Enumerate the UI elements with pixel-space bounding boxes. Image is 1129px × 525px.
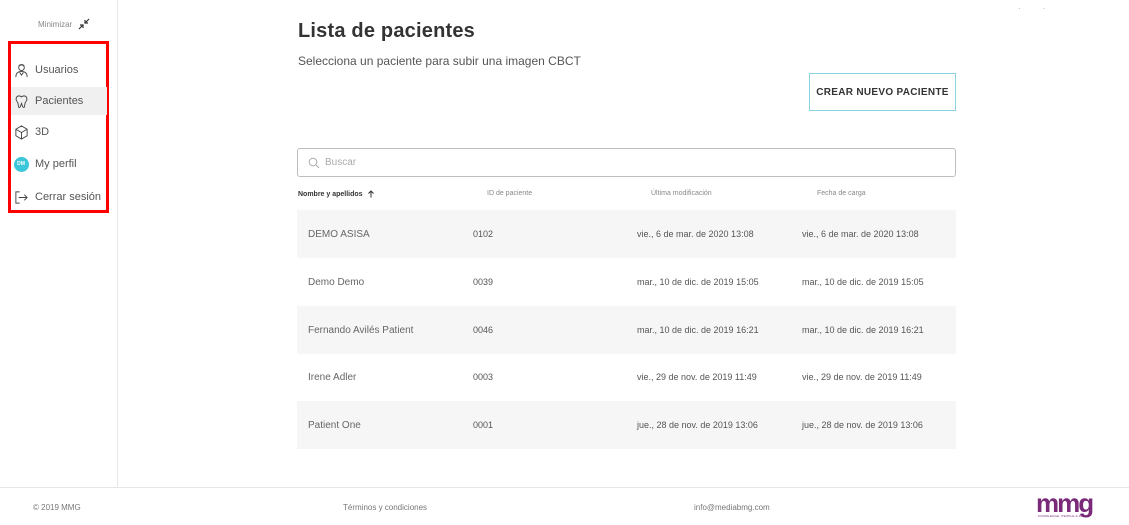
patient-modified: vie., 29 de nov. de 2019 11:49	[637, 372, 757, 382]
create-patient-button[interactable]: CREAR NUEVO PACIENTE	[809, 73, 956, 111]
page-subtitle: Selecciona un paciente para subir una im…	[298, 54, 581, 68]
table-row[interactable]: Patient One 0001 jue., 28 de nov. de 201…	[297, 401, 956, 449]
cube-icon	[13, 124, 29, 140]
footer-email-link[interactable]: info@mediabmg.com	[694, 503, 770, 512]
patient-loaded: mar., 10 de dic. de 2019 16:21	[802, 325, 924, 335]
patient-name: Irene Adler	[308, 371, 357, 383]
patient-modified: mar., 10 de dic. de 2019 15:05	[637, 277, 759, 287]
sidebar-item-perfil[interactable]: DM My perfil	[13, 150, 109, 178]
sidebar-item-label: 3D	[35, 126, 50, 138]
table-row[interactable]: DEMO ASISA 0102 vie., 6 de mar. de 2020 …	[297, 210, 956, 258]
column-header-id[interactable]: ID de paciente	[487, 190, 532, 197]
logout-icon	[13, 189, 29, 205]
page-title: Lista de pacientes	[298, 20, 475, 42]
sort-asc-icon	[367, 190, 374, 198]
minimize-icon	[78, 18, 90, 30]
sidebar: Minimizar Usuarios Pacientes 3D DM My pe…	[0, 0, 118, 488]
search-box[interactable]	[297, 148, 956, 177]
sidebar-item-label: Cerrar sesión	[35, 191, 102, 203]
minimize-button[interactable]: Minimizar	[38, 18, 90, 30]
patient-name: Patient One	[308, 419, 361, 431]
table-row[interactable]: Fernando Avilés Patient 0046 mar., 10 de…	[297, 306, 956, 354]
column-header-name[interactable]: Nombre y apellidos	[298, 190, 375, 198]
patient-loaded: mar., 10 de dic. de 2019 15:05	[802, 277, 924, 287]
sidebar-item-usuarios[interactable]: Usuarios	[13, 56, 109, 84]
sidebar-item-label: Pacientes	[35, 95, 84, 107]
sidebar-item-label: Usuarios	[35, 64, 79, 76]
avatar: DM	[13, 156, 29, 172]
window-dots: · ·	[1018, 4, 1056, 13]
column-header-modified[interactable]: Última modificación	[651, 190, 712, 197]
patient-loaded: jue., 28 de nov. de 2019 13:06	[802, 420, 923, 430]
patient-name: Demo Demo	[308, 276, 365, 288]
patient-name: Fernando Avilés Patient	[308, 324, 414, 336]
column-header-loaded[interactable]: Fecha de carga	[817, 190, 866, 197]
sidebar-item-logout[interactable]: Cerrar sesión	[13, 183, 109, 211]
search-icon	[308, 157, 320, 168]
table-row[interactable]: Irene Adler 0003 vie., 29 de nov. de 201…	[297, 353, 956, 401]
search-input[interactable]	[325, 157, 925, 168]
mmg-logo: mmg KNOWLEDGE, PEOPLE & AI	[1036, 488, 1094, 518]
sidebar-item-pacientes[interactable]: Pacientes	[11, 87, 107, 115]
footer-copyright: © 2019 MMG	[33, 503, 81, 512]
patient-loaded: vie., 29 de nov. de 2019 11:49	[802, 372, 922, 382]
patient-id: 0102	[473, 229, 494, 239]
tooth-icon	[13, 93, 29, 109]
patient-id: 0046	[473, 325, 494, 335]
doctor-icon	[13, 62, 29, 78]
table-row[interactable]: Demo Demo 0039 mar., 10 de dic. de 2019 …	[297, 258, 956, 306]
footer-divider	[0, 487, 1129, 488]
footer-terms-link[interactable]: Términos y condiciones	[343, 503, 427, 512]
avatar-icon: DM	[13, 156, 29, 172]
patient-id: 0039	[473, 277, 494, 287]
patient-modified: jue., 28 de nov. de 2019 13:06	[637, 420, 758, 430]
sidebar-item-label: My perfil	[35, 158, 77, 170]
patient-id: 0001	[473, 420, 494, 430]
minimize-label: Minimizar	[38, 19, 73, 29]
patient-modified: vie., 6 de mar. de 2020 13:08	[637, 229, 754, 239]
patient-id: 0003	[473, 372, 494, 382]
patient-modified: mar., 10 de dic. de 2019 16:21	[637, 325, 759, 335]
patient-loaded: vie., 6 de mar. de 2020 13:08	[802, 229, 919, 239]
sidebar-item-3d[interactable]: 3D	[13, 118, 109, 146]
patient-name: DEMO ASISA	[308, 228, 370, 240]
